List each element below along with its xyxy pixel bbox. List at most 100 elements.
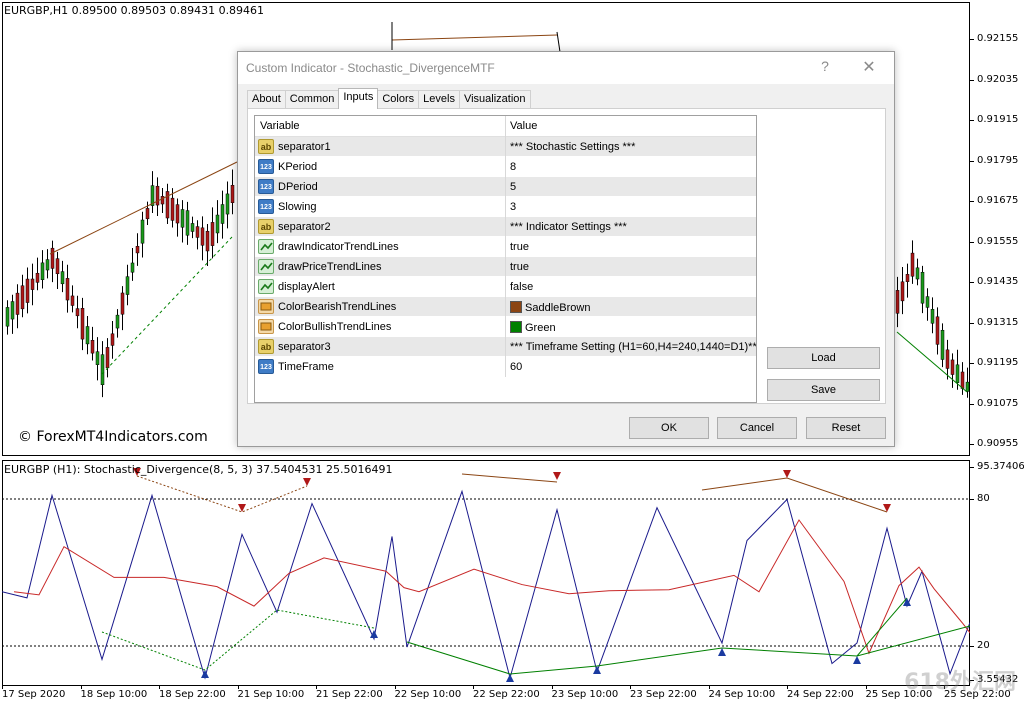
candle-body [220, 204, 225, 224]
input-row-timeframe[interactable]: 123 TimeFrame 60 [255, 357, 756, 377]
candle-body [205, 230, 210, 252]
column-value[interactable]: Value [510, 120, 537, 132]
input-value[interactable]: true [510, 261, 529, 273]
input-variable: ColorBearishTrendLines [278, 301, 397, 313]
sell-arrow-icon [238, 504, 246, 512]
candle-body [95, 351, 100, 365]
input-value[interactable]: 60 [510, 361, 522, 373]
input-value[interactable]: true [510, 241, 529, 253]
input-row-kperiod[interactable]: 123 KPeriod 8 [255, 157, 756, 177]
close-icon[interactable]: ✕ [854, 57, 884, 79]
sell-arrow-icon [783, 470, 791, 478]
time-tick-label: 18 Sep 10:00 [80, 685, 148, 700]
input-variable: DPeriod [278, 181, 318, 193]
input-variable: separator1 [278, 141, 331, 153]
time-tick-label: 24 Sep 22:00 [787, 685, 854, 700]
candle-body [160, 196, 165, 205]
inputs-grid[interactable]: Variable Value ab separator1 *** Stochas… [254, 115, 757, 403]
site-watermark: 618外汇网 [904, 670, 1016, 695]
cell-separator [505, 277, 506, 297]
tab-colors[interactable]: Colors [377, 90, 420, 109]
input-value[interactable]: *** Stochastic Settings *** [510, 141, 635, 153]
candle-body [50, 247, 55, 269]
input-row-draw-price-trendlines[interactable]: drawPriceTrendLines true [255, 257, 756, 277]
candle-body [25, 278, 30, 303]
cell-separator [505, 257, 506, 277]
input-value[interactable]: *** Indicator Settings *** [510, 221, 627, 233]
input-value[interactable]: false [510, 281, 533, 293]
save-button[interactable]: Save [767, 379, 880, 401]
candle-body [35, 272, 40, 283]
input-value[interactable]: 5 [510, 181, 516, 193]
input-row-slowing[interactable]: 123 Slowing 3 [255, 197, 756, 217]
tab-common[interactable]: Common [284, 90, 340, 109]
buy-arrow-icon [201, 670, 209, 678]
indicator-chart[interactable]: EURGBP (H1): Stochastic_Divergence(8, 5,… [0, 458, 1024, 687]
time-tick-label: 23 Sep 22:00 [630, 685, 697, 700]
cancel-button[interactable]: Cancel [717, 417, 797, 439]
price-tick-label: 0.90955 [969, 438, 1019, 449]
buy-arrow-icon [506, 674, 514, 682]
tab-visualization[interactable]: Visualization [458, 90, 531, 109]
input-row-draw-indicator-trendlines[interactable]: drawIndicatorTrendLines true [255, 237, 756, 257]
cell-separator [505, 317, 506, 337]
input-value[interactable]: 3 [510, 201, 516, 213]
column-variable[interactable]: Variable [260, 120, 300, 132]
candle-body [40, 262, 45, 281]
input-row-separator3[interactable]: ab separator3 *** Timeframe Setting (H1=… [255, 337, 756, 357]
indicator-axis: 95.374062 80 20 3.55432 [969, 458, 1024, 687]
dialog-title: Custom Indicator - Stochastic_Divergence… [246, 61, 495, 75]
tab-bar: About Common Inputs Colors Levels Visual… [247, 88, 531, 109]
indicator-top-value: 95.374062 [969, 461, 1024, 472]
ok-button[interactable]: OK [629, 417, 709, 439]
indicator-title: EURGBP (H1): Stochastic_Divergence(8, 5,… [4, 463, 393, 476]
buy-arrow-icon [718, 648, 726, 656]
candle-body [225, 193, 230, 215]
candle-body [935, 316, 940, 345]
candle-body [115, 314, 120, 329]
watermark-text: © ForexMT4Indicators.com [18, 429, 208, 445]
input-variable: separator2 [278, 221, 331, 233]
tab-inputs[interactable]: Inputs [338, 88, 379, 109]
cell-separator [505, 297, 506, 317]
input-row-color-bearish[interactable]: ColorBearishTrendLines SaddleBrown [255, 297, 756, 317]
candle-body [55, 258, 60, 275]
color-type-icon [258, 299, 274, 314]
price-tick-label: 0.92035 [969, 73, 1019, 85]
help-icon[interactable]: ? [810, 58, 840, 80]
input-row-color-bullish[interactable]: ColorBullishTrendLines Green [255, 317, 756, 337]
dialog-titlebar[interactable]: Custom Indicator - Stochastic_Divergence… [238, 52, 894, 84]
sell-arrow-icon [553, 472, 561, 480]
time-tick-label: 18 Sep 22:00 [159, 685, 226, 700]
candle-body [135, 246, 140, 254]
input-row-dperiod[interactable]: 123 DPeriod 5 [255, 177, 756, 197]
input-value[interactable]: 8 [510, 161, 516, 173]
load-button[interactable]: Load [767, 347, 880, 369]
tab-levels[interactable]: Levels [418, 90, 460, 109]
price-tick-label: 0.91075 [969, 397, 1019, 409]
color-value[interactable]: SaddleBrown [510, 301, 590, 314]
input-variable: separator3 [278, 341, 331, 353]
input-row-display-alert[interactable]: displayAlert false [255, 277, 756, 297]
candle-body [930, 309, 935, 324]
candle-body [130, 262, 135, 273]
candle-body [5, 307, 10, 327]
price-tick-label: 0.92155 [969, 33, 1019, 44]
cell-separator [505, 337, 506, 357]
input-row-separator1[interactable]: ab separator1 *** Stochastic Settings **… [255, 137, 756, 157]
price-tick-label: 0.91675 [969, 195, 1019, 206]
stochastic-main-line [2, 489, 970, 680]
reset-button[interactable]: Reset [806, 417, 886, 439]
tab-about[interactable]: About [247, 90, 286, 109]
candle-body [210, 222, 215, 246]
time-tick-label: 21 Sep 22:00 [316, 685, 383, 700]
input-value[interactable]: *** Timeframe Setting (H1=60,H4=240,1440… [510, 341, 756, 353]
color-name: Green [525, 322, 556, 334]
candle-body [960, 371, 965, 389]
custom-indicator-dialog[interactable]: Custom Indicator - Stochastic_Divergence… [237, 51, 895, 447]
input-row-separator2[interactable]: ab separator2 *** Indicator Settings *** [255, 217, 756, 237]
color-value[interactable]: Green [510, 321, 556, 334]
grid-header: Variable Value [255, 116, 756, 137]
candle-body [910, 252, 915, 277]
candle-body [100, 354, 105, 385]
